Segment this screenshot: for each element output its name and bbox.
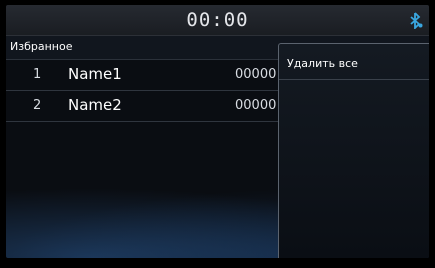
head-unit-screen: 00:00 Избранное 1 Name1 00000 2 Name2 00… xyxy=(6,5,429,258)
delete-all-menu-item[interactable]: Удалить все xyxy=(279,44,429,80)
favorite-name: Name1 xyxy=(68,65,122,83)
favorites-list: 1 Name1 00000 2 Name2 00000 xyxy=(6,60,278,122)
options-menu: Удалить все xyxy=(278,43,429,258)
bluetooth-icon xyxy=(410,12,423,29)
clock: 00:00 xyxy=(186,9,249,31)
favorite-row-2[interactable]: 2 Name2 00000 xyxy=(6,91,278,122)
favorite-row-1[interactable]: 1 Name1 00000 xyxy=(6,60,278,91)
favorite-index: 1 xyxy=(33,67,42,82)
favorite-name: Name2 xyxy=(68,96,122,114)
delete-all-label: Удалить все xyxy=(287,57,358,70)
favorite-number: 00000 xyxy=(235,98,277,113)
status-bar: 00:00 xyxy=(6,5,429,36)
favorite-index: 2 xyxy=(33,98,42,113)
favorite-number: 00000 xyxy=(235,67,277,82)
page-title: Избранное xyxy=(10,40,73,53)
